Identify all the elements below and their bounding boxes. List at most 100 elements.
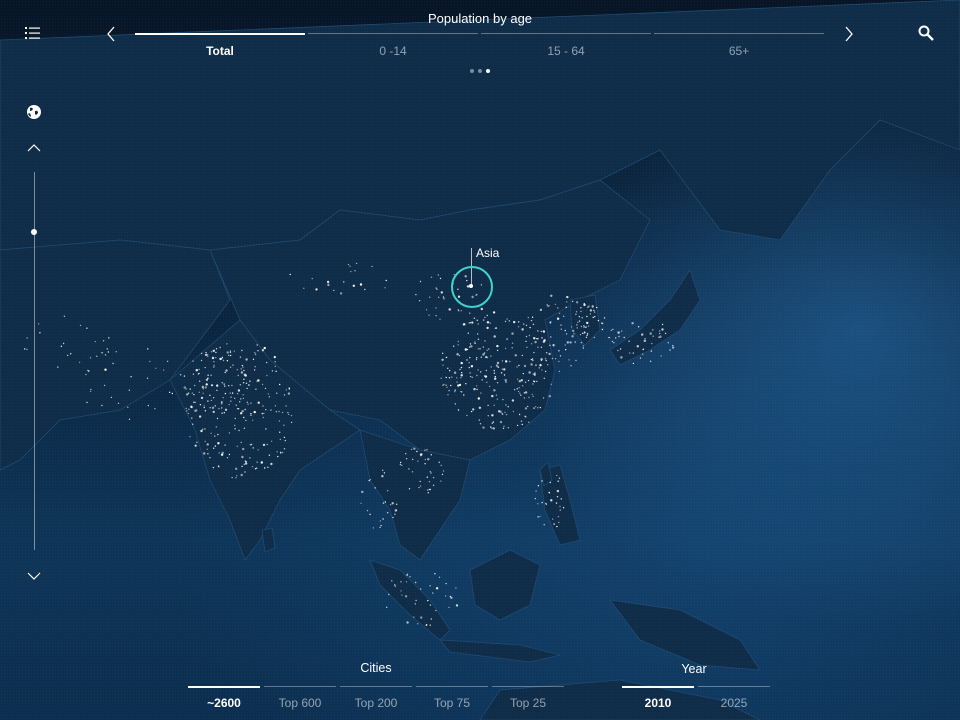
city-light — [231, 384, 233, 387]
city-light — [203, 406, 205, 409]
world-map[interactable] — [0, 0, 960, 720]
city-light — [270, 409, 272, 411]
city-light — [593, 311, 596, 313]
city-light — [550, 499, 553, 502]
city-light — [548, 305, 550, 307]
city-light — [210, 432, 212, 434]
city-light — [570, 326, 573, 328]
city-light — [427, 458, 430, 461]
city-light — [435, 307, 437, 309]
city-light — [520, 379, 523, 382]
city-light — [221, 412, 223, 414]
city-light — [327, 283, 330, 287]
city-light — [495, 394, 498, 396]
city-light — [480, 371, 482, 373]
city-light — [448, 389, 450, 392]
city-light — [496, 382, 499, 384]
city-light — [369, 478, 371, 481]
city-light — [276, 451, 278, 453]
city-light — [207, 400, 209, 402]
top-bar: Population by age Total 0 -14 15 - 64 65… — [0, 0, 960, 80]
city-light — [558, 370, 560, 373]
city-light — [219, 357, 222, 361]
city-light — [487, 415, 489, 417]
tab-15-64[interactable]: 15 - 64 — [481, 33, 651, 59]
city-light — [424, 449, 426, 451]
city-light — [211, 406, 215, 409]
city-light — [511, 347, 513, 349]
city-light — [447, 367, 449, 369]
city-light — [240, 398, 242, 400]
city-light — [256, 380, 258, 382]
city-light — [458, 310, 460, 312]
chevron-down-icon[interactable] — [27, 568, 41, 580]
tab-0-14[interactable]: 0 -14 — [308, 33, 478, 59]
city-light — [556, 489, 560, 493]
city-light — [234, 397, 236, 399]
city-light — [406, 621, 409, 624]
city-light — [471, 376, 473, 378]
city-light — [418, 300, 421, 302]
page-indicator[interactable] — [470, 69, 492, 75]
city-light — [583, 325, 585, 327]
city-light — [200, 352, 203, 355]
city-light — [241, 455, 244, 459]
city-light — [216, 389, 218, 391]
city-light — [459, 368, 461, 371]
city-light — [347, 263, 350, 266]
city-light — [469, 343, 472, 345]
city-light — [457, 344, 459, 346]
city-light — [187, 412, 190, 415]
city-light — [454, 391, 456, 393]
city-light — [185, 407, 187, 410]
city-light — [580, 307, 582, 309]
city-light — [453, 371, 457, 374]
tab-label: 0 -14 — [379, 44, 407, 58]
city-light — [575, 359, 577, 362]
city-light — [594, 315, 596, 318]
city-light — [86, 401, 88, 404]
tab-label: 65+ — [728, 44, 750, 58]
globe-icon[interactable] — [26, 104, 42, 120]
city-light — [412, 458, 414, 461]
city-light — [247, 403, 249, 405]
year-option-2010[interactable]: 2010 — [622, 686, 694, 712]
cities-option-top25[interactable]: Top 25 — [492, 686, 564, 712]
list-icon[interactable] — [25, 26, 41, 40]
cities-option-top200[interactable]: Top 200 — [340, 686, 412, 712]
city-light — [618, 335, 620, 338]
cities-option-top600[interactable]: Top 600 — [264, 686, 336, 712]
city-light — [26, 337, 28, 339]
city-light — [442, 352, 444, 354]
city-light — [191, 417, 193, 419]
city-light — [243, 427, 246, 429]
chevron-left-icon[interactable] — [105, 26, 117, 42]
year-option-label: 2025 — [720, 696, 748, 710]
city-light — [359, 283, 363, 286]
city-light — [211, 356, 215, 360]
chevron-up-icon[interactable] — [27, 140, 41, 152]
city-light — [456, 377, 458, 379]
city-light — [566, 301, 568, 303]
city-light — [556, 525, 558, 528]
city-light — [117, 402, 120, 404]
tab-total[interactable]: Total — [135, 33, 305, 59]
city-light — [405, 453, 407, 455]
city-light — [194, 384, 196, 387]
year-option-2025[interactable]: 2025 — [698, 686, 770, 712]
city-light — [527, 405, 529, 408]
cities-option-all[interactable]: ~2600 — [188, 686, 260, 712]
city-light — [387, 512, 389, 514]
city-light — [250, 402, 252, 404]
city-light — [457, 409, 460, 411]
chevron-right-icon[interactable] — [843, 26, 855, 42]
city-light — [565, 333, 568, 335]
search-icon[interactable] — [918, 25, 934, 41]
city-light — [573, 333, 575, 335]
city-light — [435, 609, 437, 612]
cities-option-top75[interactable]: Top 75 — [416, 686, 488, 712]
tab-65-plus[interactable]: 65+ — [654, 33, 824, 59]
city-light — [492, 427, 495, 430]
city-light — [371, 265, 373, 268]
city-light — [557, 307, 559, 309]
